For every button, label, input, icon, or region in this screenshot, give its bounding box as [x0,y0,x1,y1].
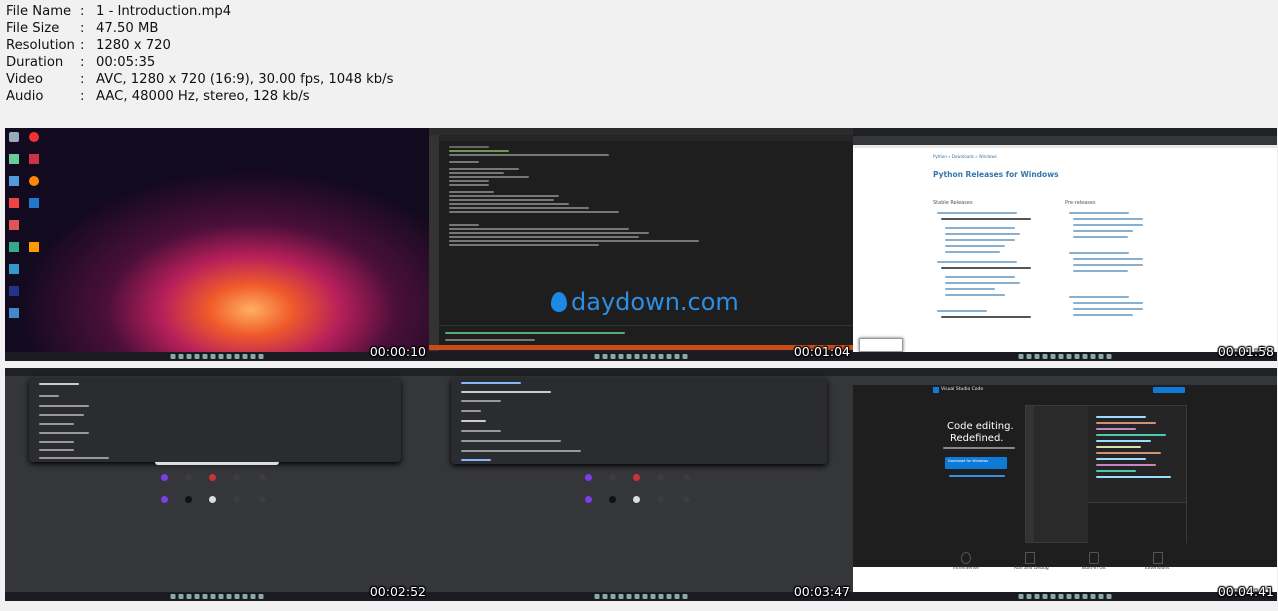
thumbnail-chrome-address-suggestions[interactable]: 00:03:47 [429,368,853,601]
timestamp: 00:01:04 [793,344,850,359]
info-key: File Size [6,21,60,37]
feature-git: Built-in Git [1082,566,1106,571]
editor-tabs [439,135,853,141]
desktop-icons [9,132,39,342]
info-value: AVC, 1280 x 720 (16:9), 30.00 fps, 1048 … [96,72,394,88]
download-popup [859,338,903,352]
duration-row: Duration:00:05:35 [6,54,393,71]
thumbnail-chrome-search[interactable]: 00:02:52 [5,368,429,601]
browser-tabs [5,368,429,376]
info-value: 47.50 MB [96,21,159,37]
taskbar [5,592,429,601]
timestamp: 00:00:10 [369,344,426,359]
info-separator: : [80,72,85,88]
file-size-row: File Size:47.50 MB [6,20,393,37]
info-key: Video [6,72,43,88]
brand-name: Visual Studio Code [941,387,984,392]
page-title: Python Releases for Windows [933,170,1059,179]
feature-extensions: Extensions [1145,566,1170,571]
info-key: Audio [6,89,44,105]
taskbar [853,352,1277,361]
taskbar [853,592,1277,601]
hero-headline-1: Code editing. [947,421,1014,432]
thumbnail-vscode-website[interactable]: Visual Studio Code Code editing. Redefin… [853,368,1277,601]
info-value: AAC, 48000 Hz, stereo, 128 kb/s [96,89,310,105]
editor-preview [1025,405,1187,543]
taskbar [429,592,853,601]
video-row: Video: AVC, 1280 x 720 (16:9), 30.00 fps,… [6,71,393,88]
feature-run-debug: Run and Debug [1014,566,1049,571]
activity-bar [429,135,439,351]
info-key: Duration [6,55,64,71]
browser-address-bar [853,376,1277,385]
timestamp: 00:02:52 [369,584,426,599]
title-bar [429,128,853,135]
info-separator: : [80,21,85,37]
breadcrumb: Python » Downloads » Windows [933,154,997,159]
timestamp: 00:03:47 [793,584,850,599]
watermark-text: daydown.com [571,288,739,316]
browser-tabs [429,368,853,376]
header-download-button[interactable] [1153,387,1185,393]
taskbar [5,352,429,361]
terminal-panel [439,325,853,346]
browser-tabs [853,368,1277,376]
thumbnail-python-releases[interactable]: Python » Downloads » Windows Python Rele… [853,128,1277,361]
debug-icon [1025,552,1035,564]
git-icon [1089,552,1099,564]
file-info-panel: File Name:1 - Introduction.mp4 File Size… [6,3,393,106]
info-key: Resolution [6,38,75,54]
info-separator: : [80,55,85,71]
info-separator: : [80,4,85,19]
timestamp: 00:01:58 [1217,344,1274,359]
browser-tabs [853,128,1277,136]
taskbar [429,352,853,361]
browser-address-bar [853,136,1277,145]
info-value: 00:05:35 [96,55,156,71]
audio-row: Audio: AAC, 48000 Hz, stereo, 128 kb/s [6,88,393,105]
thumbnail-vscode-editor[interactable]: daydown.com 00:01:04 [429,128,853,361]
stable-releases-heading: Stable Releases [933,200,973,206]
extensions-icon [1153,552,1163,564]
timestamp: 00:04:41 [1217,584,1274,599]
info-separator: : [80,38,85,54]
hero-headline-2: Redefined. [950,433,1004,444]
resolution-row: Resolution:1280 x 720 [6,37,393,54]
daydown-watermark: daydown.com [547,286,739,320]
file-name-row: File Name:1 - Introduction.mp4 [6,3,393,20]
feature-intellisense: IntelliSense [953,566,980,571]
hero-section: Code editing. Redefined. Download for Wi… [853,395,1277,567]
download-windows-button[interactable]: Download for Windows [945,457,1007,469]
info-value: 1280 x 720 [96,38,171,54]
site-header: Visual Studio Code [853,385,1277,395]
pre-releases-heading: Pre-releases [1065,200,1096,206]
search-suggestions-dropdown[interactable] [29,378,401,462]
address-suggestions-dropdown[interactable] [451,378,827,464]
thumbnail-desktop[interactable]: 00:00:10 [5,128,429,361]
lightbulb-icon [961,552,971,564]
status-bar [429,345,853,350]
info-separator: : [80,89,85,105]
info-value: 1 - Introduction.mp4 [96,4,232,19]
info-key: File Name [6,4,72,19]
